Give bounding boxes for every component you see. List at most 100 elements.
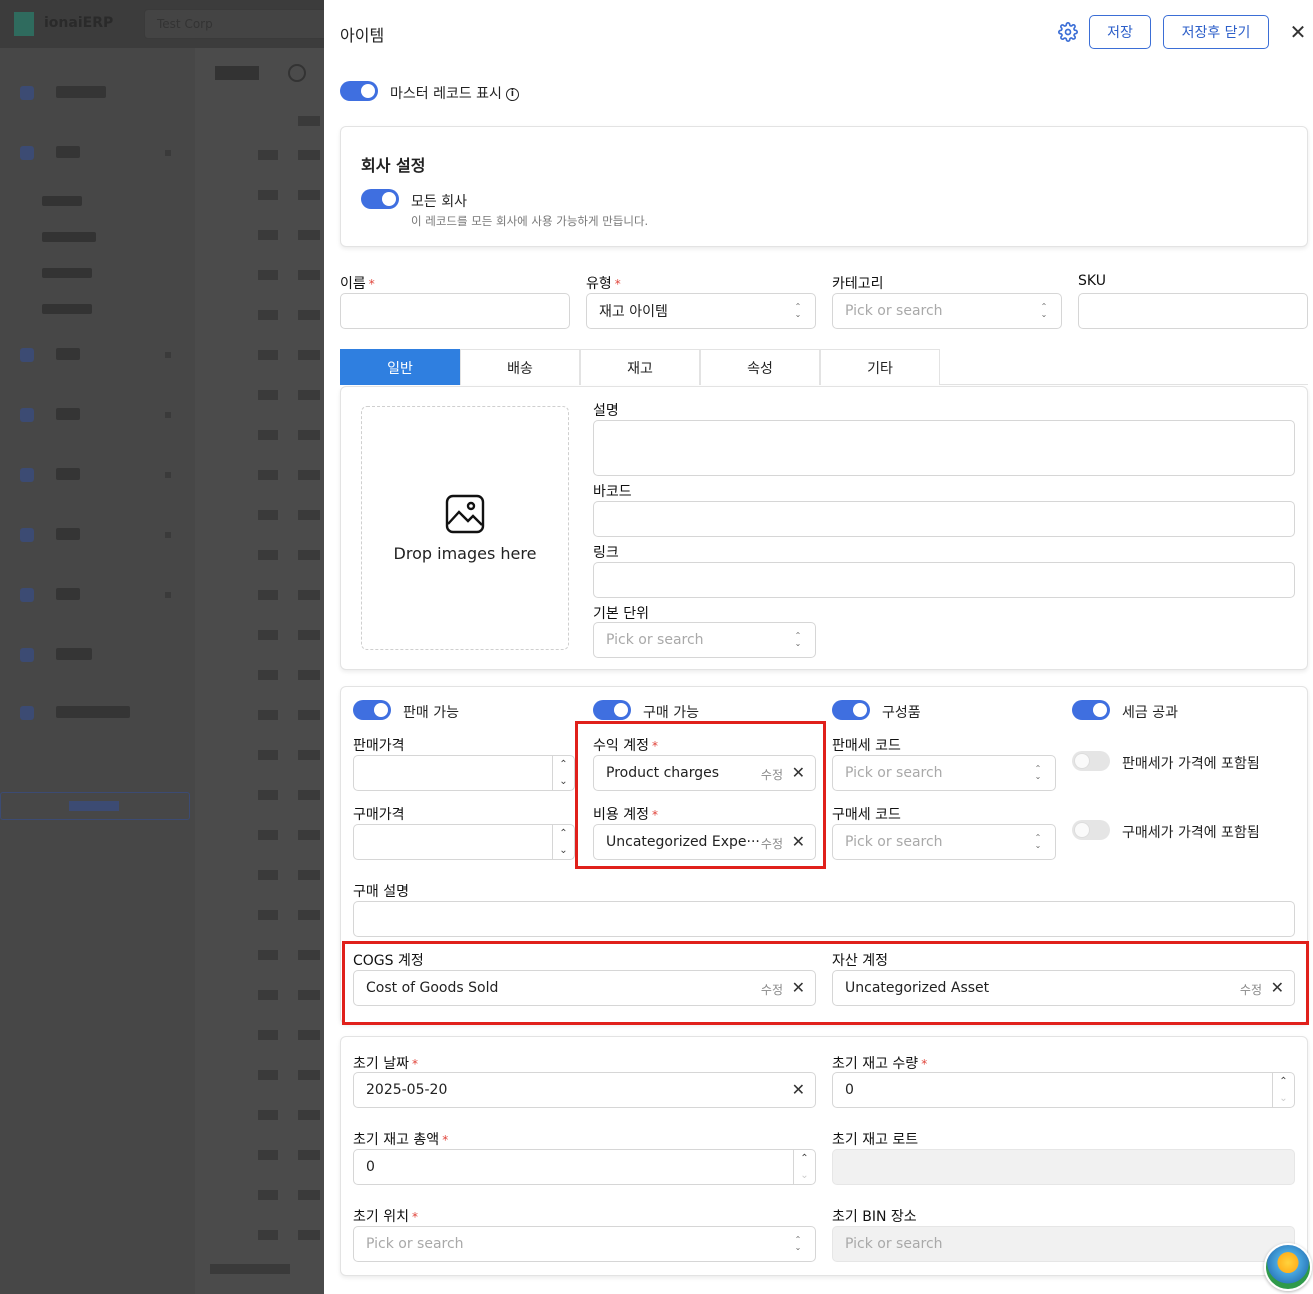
purchase-tax-included-toggle[interactable] bbox=[1072, 820, 1110, 840]
background-submenu-item bbox=[42, 232, 96, 242]
image-dropzone[interactable]: Drop images here bbox=[361, 406, 569, 650]
initial-total-input[interactable]: 0 ⌃ ⌄ bbox=[353, 1149, 816, 1185]
tab-bar: 일반 배송 재고 속성 기타 bbox=[340, 349, 1308, 385]
sku-label: SKU bbox=[1078, 273, 1106, 289]
edit-link[interactable]: 수정 bbox=[1240, 981, 1262, 998]
edit-link[interactable]: 수정 bbox=[761, 835, 783, 852]
updown-icon: ⌃ ⌄ bbox=[1034, 764, 1042, 781]
sales-tax-code-select[interactable]: Pick or search ⌃ ⌄ bbox=[832, 755, 1056, 791]
purchasable-toggle[interactable] bbox=[593, 700, 631, 720]
initial-qty-value: 0 bbox=[845, 1082, 854, 1098]
income-account-label: 수익 계정 * bbox=[593, 738, 658, 754]
initial-date-label: 초기 날짜 * bbox=[353, 1056, 418, 1072]
cogs-account-value: Cost of Goods Sold bbox=[366, 980, 499, 996]
tab-other[interactable]: 기타 bbox=[820, 349, 940, 385]
description-label: 설명 bbox=[593, 403, 619, 419]
background-topbar: ionaiERP Test Corp bbox=[0, 0, 324, 48]
initial-qty-input[interactable]: 0 ⌃ ⌄ bbox=[832, 1072, 1295, 1108]
sellable-toggle[interactable] bbox=[353, 700, 391, 720]
background-submenu-item bbox=[42, 268, 92, 278]
info-icon: i bbox=[505, 87, 519, 101]
sales-tax-included-toggle[interactable] bbox=[1072, 751, 1110, 771]
purchase-tax-included-label: 구매세가 가격에 포함됨 bbox=[1122, 825, 1260, 841]
initial-bin-label: 초기 BIN 장소 bbox=[832, 1209, 917, 1225]
all-companies-description: 이 레코드를 모든 회사에 사용 가능하게 만듭니다. bbox=[411, 214, 649, 228]
name-label: 이름 * bbox=[340, 276, 375, 292]
barcode-input[interactable] bbox=[593, 501, 1295, 537]
background-button bbox=[0, 792, 190, 820]
purchase-tax-code-label: 구매세 코드 bbox=[832, 807, 901, 823]
initial-total-value: 0 bbox=[366, 1159, 375, 1175]
background-submenu-item bbox=[42, 196, 82, 206]
expense-account-label: 비용 계정 * bbox=[593, 807, 658, 823]
tab-shipping[interactable]: 배송 bbox=[460, 349, 580, 385]
purchase-description-input[interactable] bbox=[353, 901, 1295, 937]
background-app: ionaiERP Test Corp bbox=[0, 0, 324, 1294]
initial-location-placeholder: Pick or search bbox=[366, 1236, 464, 1252]
type-select[interactable]: 재고 아이템 ⌃ ⌄ bbox=[586, 293, 816, 329]
taxable-label: 세금 공과 bbox=[1122, 705, 1178, 721]
all-companies-label: 모든 회사 bbox=[411, 194, 467, 210]
clear-icon[interactable]: ✕ bbox=[792, 832, 805, 851]
expense-account-value: Uncategorized Expe··· bbox=[606, 834, 760, 850]
unit-select[interactable]: Pick or search ⌃ ⌄ bbox=[593, 622, 816, 658]
initial-date-input[interactable]: 2025-05-20 ✕ bbox=[353, 1072, 816, 1108]
edit-link[interactable]: 수정 bbox=[761, 981, 783, 998]
edit-link[interactable]: 수정 bbox=[761, 766, 783, 783]
gear-icon[interactable] bbox=[1056, 20, 1080, 44]
save-close-button[interactable]: 저장후 닫기 bbox=[1163, 15, 1269, 49]
purchase-tax-code-select[interactable]: Pick or search ⌃ ⌄ bbox=[832, 824, 1056, 860]
sales-tax-code-label: 판매세 코드 bbox=[832, 738, 901, 754]
sku-input[interactable] bbox=[1078, 293, 1308, 329]
name-input[interactable] bbox=[340, 293, 570, 329]
category-label: 카테고리 bbox=[832, 276, 884, 292]
background-menu-item bbox=[20, 588, 180, 602]
type-value: 재고 아이템 bbox=[599, 304, 668, 320]
clear-icon[interactable]: ✕ bbox=[792, 978, 805, 997]
link-input[interactable] bbox=[593, 562, 1295, 598]
initial-date-value: 2025-05-20 bbox=[366, 1082, 448, 1098]
asset-account-select[interactable]: Uncategorized Asset 수정 ✕ bbox=[832, 970, 1295, 1006]
company-settings-card: 회사 설정 모든 회사 이 레코드를 모든 회사에 사용 가능하게 만듭니다. bbox=[340, 126, 1308, 247]
assistant-avatar[interactable] bbox=[1264, 1243, 1312, 1291]
sales-tax-included-label: 판매세가 가격에 포함됨 bbox=[1122, 756, 1260, 772]
initial-lot-input bbox=[832, 1149, 1295, 1185]
income-account-select[interactable]: Product charges 수정 ✕ bbox=[593, 755, 816, 791]
category-select[interactable]: Pick or search ⌃ ⌄ bbox=[832, 293, 1062, 329]
description-textarea[interactable] bbox=[593, 420, 1295, 476]
link-label: 링크 bbox=[593, 545, 619, 561]
updown-icon: ⌃ ⌄ bbox=[1034, 833, 1042, 850]
background-menu-item bbox=[20, 648, 180, 662]
unit-label: 기본 단위 bbox=[593, 606, 649, 622]
tab-general[interactable]: 일반 bbox=[340, 349, 460, 385]
clear-icon[interactable]: ✕ bbox=[792, 1080, 805, 1099]
close-icon[interactable]: ✕ bbox=[1288, 20, 1308, 44]
cogs-account-select[interactable]: Cost of Goods Sold 수정 ✕ bbox=[353, 970, 816, 1006]
save-button[interactable]: 저장 bbox=[1089, 15, 1151, 49]
tab-inventory[interactable]: 재고 bbox=[580, 349, 700, 385]
asset-account-label: 자산 계정 bbox=[832, 953, 888, 969]
purchase-price-input[interactable]: ⌃ ⌄ bbox=[353, 824, 575, 860]
image-icon bbox=[445, 494, 485, 533]
initial-location-select[interactable]: Pick or search ⌃ ⌄ bbox=[353, 1226, 816, 1262]
purchase-tax-placeholder: Pick or search bbox=[845, 834, 943, 850]
sellable-label: 판매 가능 bbox=[403, 705, 459, 721]
all-companies-toggle[interactable] bbox=[361, 189, 399, 209]
tab-attributes[interactable]: 속성 bbox=[700, 349, 820, 385]
background-menu-item bbox=[20, 146, 180, 160]
clear-icon[interactable]: ✕ bbox=[792, 763, 805, 782]
company-settings-title: 회사 설정 bbox=[361, 156, 426, 175]
updown-icon: ⌃ ⌄ bbox=[1040, 302, 1048, 319]
taxable-toggle[interactable] bbox=[1072, 700, 1110, 720]
initial-total-label: 초기 재고 총액 * bbox=[353, 1132, 449, 1148]
master-record-toggle[interactable] bbox=[340, 81, 378, 101]
clear-icon[interactable]: ✕ bbox=[1271, 978, 1284, 997]
sale-price-label: 판매가격 bbox=[353, 738, 405, 754]
expense-account-select[interactable]: Uncategorized Expe··· 수정 ✕ bbox=[593, 824, 816, 860]
barcode-label: 바코드 bbox=[593, 484, 632, 500]
sale-price-input[interactable]: ⌃ ⌄ bbox=[353, 755, 575, 791]
income-account-value: Product charges bbox=[606, 765, 720, 781]
company-selector: Test Corp bbox=[144, 9, 324, 39]
updown-icon: ⌃ ⌄ bbox=[794, 631, 802, 648]
component-toggle[interactable] bbox=[832, 700, 870, 720]
